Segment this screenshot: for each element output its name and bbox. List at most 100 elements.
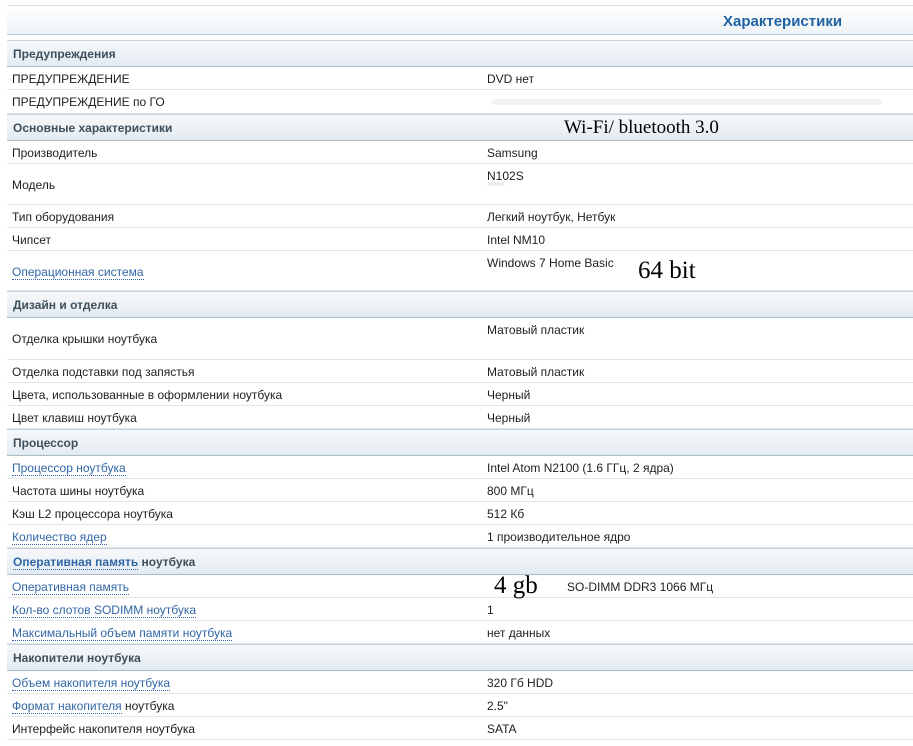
specs-title: Характеристики <box>723 13 843 30</box>
redacted-suffix <box>487 182 505 186</box>
row-value-cell: 512 Кб <box>480 502 913 524</box>
row-manufacturer: Производитель Samsung <box>7 141 913 164</box>
row-value-cell: Матовый пластик <box>480 318 913 359</box>
annotation-wifi: Wi-Fi/ bluetooth 3.0 <box>564 117 719 138</box>
max-ram-help-link[interactable]: Максимальный объем памяти ноутбука <box>12 626 233 641</box>
section-title: Процессор <box>13 436 79 450</box>
row-value: Intel NM10 <box>487 233 546 247</box>
row-value: 2.5" <box>487 699 508 713</box>
row-label: Цвет клавиш ноутбука <box>12 411 137 425</box>
row-value: Матовый пластик <box>487 365 585 379</box>
row-value: 1 <box>487 603 494 617</box>
row-value-cell: 320 Гб HDD <box>480 671 913 693</box>
redacted-value <box>492 99 882 105</box>
row-label: Отделка подставки под запястья <box>12 365 195 379</box>
row-label: Интерфейс накопителя ноутбука <box>12 722 196 736</box>
row-value: Intel Atom N2100 (1.6 ГГц, 2 ядра) <box>487 461 674 475</box>
specs-header: Характеристики <box>7 5 913 35</box>
row-chipset: Чипсет Intel NM10 <box>7 228 913 251</box>
row-value: Черный <box>487 388 531 402</box>
storage-format-help-link[interactable]: Формат накопителя <box>12 699 122 714</box>
row-value-cell: Черный <box>480 383 913 405</box>
row-value: 320 Гб HDD <box>487 676 554 690</box>
annotation-ram-size: 4 gb <box>494 572 538 599</box>
row-value: нет данных <box>487 626 551 640</box>
row-value: 1 производительное ядро <box>487 530 631 544</box>
row-label: Тип оборудования <box>12 210 115 224</box>
row-storage-size: Объем накопителя ноутбука 320 Гб HDD <box>7 671 913 694</box>
section-title: Накопители ноутбука <box>13 651 141 665</box>
row-value-cell <box>480 90 913 113</box>
row-label: ПРЕДУПРЕЖДЕНИЕ <box>12 72 130 86</box>
section-title: Оперативная память ноутбука <box>13 555 196 570</box>
row-label: Оперативная память <box>12 580 129 595</box>
section-title: Основные характеристики <box>13 121 173 135</box>
row-label: Модель <box>12 178 56 192</box>
annotation-64bit: 64 bit <box>638 257 696 284</box>
row-lid-finish: Отделка крышки ноутбука Матовый пластик <box>7 318 913 360</box>
row-label: Максимальный объем памяти ноутбука <box>12 626 233 641</box>
row-value-cell: DVD нет <box>480 67 913 89</box>
section-warnings: Предупреждения <box>7 40 913 67</box>
row-value-cell: Матовый пластик <box>480 360 913 382</box>
row-value-cell: Samsung <box>480 141 913 163</box>
ram-help-link[interactable]: Оперативная память <box>12 580 129 595</box>
row-label: Формат накопителя ноутбука <box>12 699 174 714</box>
section-title: Дизайн и отделка <box>13 298 118 312</box>
section-design: Дизайн и отделка <box>7 291 913 318</box>
cores-help-link[interactable]: Количество ядер <box>12 530 107 545</box>
row-value-cell: SO-DIMM DDR3 1066 МГц <box>480 575 913 597</box>
row-label: Отделка крышки ноутбука <box>12 332 158 346</box>
row-warning-go: ПРЕДУПРЕЖДЕНИЕ по ГО <box>7 90 913 114</box>
row-value: Samsung <box>487 146 538 160</box>
row-storage-format: Формат накопителя ноутбука 2.5" <box>7 694 913 717</box>
row-value: Черный <box>487 411 531 425</box>
row-cpu: Процессор ноутбука Intel Atom N2100 (1.6… <box>7 456 913 479</box>
row-label: Чипсет <box>12 233 51 247</box>
storage-size-help-link[interactable]: Объем накопителя ноутбука <box>12 676 171 691</box>
row-bus-frequency: Частота шины ноутбука 800 МГц <box>7 479 913 502</box>
row-value-cell: Windows 7 Home Basic <box>480 251 913 290</box>
row-value-cell: нет данных <box>480 621 913 643</box>
row-value-cell: SATA <box>480 717 913 739</box>
section-main: Основные характеристики <box>7 114 913 141</box>
row-value-cell: 800 МГц <box>480 479 913 501</box>
row-label: ПРЕДУПРЕЖДЕНИЕ по ГО <box>12 95 165 109</box>
row-value-cell: 2.5" <box>480 694 913 716</box>
row-max-ram: Максимальный объем памяти ноутбука нет д… <box>7 621 913 644</box>
section-storage: Накопители ноутбука <box>7 644 913 671</box>
specs-page: Характеристики Предупреждения ПРЕДУПРЕЖД… <box>0 0 913 746</box>
row-model: Модель N102S <box>7 164 913 205</box>
row-palmrest-finish: Отделка подставки под запястья Матовый п… <box>7 360 913 383</box>
section-title-rest: ноутбука <box>138 555 196 569</box>
ram-section-link[interactable]: Оперативная память <box>13 555 139 570</box>
row-label: Операционная система <box>12 265 144 280</box>
row-ram: Оперативная память SO-DIMM DDR3 1066 МГц <box>7 575 913 598</box>
row-value: 512 Кб <box>487 507 525 521</box>
row-label: Процессор ноутбука <box>12 461 126 476</box>
row-value: Windows 7 Home Basic <box>487 256 614 270</box>
row-label: Объем накопителя ноутбука <box>12 676 171 691</box>
row-value: N102S <box>487 169 524 183</box>
section-title: Предупреждения <box>13 47 116 61</box>
row-warning: ПРЕДУПРЕЖДЕНИЕ DVD нет <box>7 67 913 90</box>
section-cpu: Процессор <box>7 429 913 456</box>
row-label: Кол-во слотов SODIMM ноутбука <box>12 603 197 618</box>
row-value-cell: Intel NM10 <box>480 228 913 250</box>
row-key-color: Цвет клавиш ноутбука Черный <box>7 406 913 429</box>
os-help-link[interactable]: Операционная система <box>12 265 144 280</box>
row-label: Производитель <box>12 146 98 160</box>
row-value: 800 МГц <box>487 484 534 498</box>
row-value: SO-DIMM DDR3 1066 МГц <box>567 580 714 594</box>
row-cores: Количество ядер 1 производительное ядро <box>7 525 913 548</box>
row-value-cell: N102S <box>480 164 913 204</box>
row-value-cell: Легкий ноутбук, Нетбук <box>480 205 913 227</box>
row-value-cell: 1 <box>480 598 913 620</box>
cpu-help-link[interactable]: Процессор ноутбука <box>12 461 126 476</box>
row-value-cell: Intel Atom N2100 (1.6 ГГц, 2 ядра) <box>480 456 913 478</box>
sodimm-help-link[interactable]: Кол-во слотов SODIMM ноутбука <box>12 603 197 618</box>
row-storage-interface: Интерфейс накопителя ноутбука SATA <box>7 717 913 740</box>
row-value-cell: 1 производительное ядро <box>480 525 913 547</box>
row-value: Матовый пластик <box>487 323 585 337</box>
row-value: Легкий ноутбук, Нетбук <box>487 210 616 224</box>
